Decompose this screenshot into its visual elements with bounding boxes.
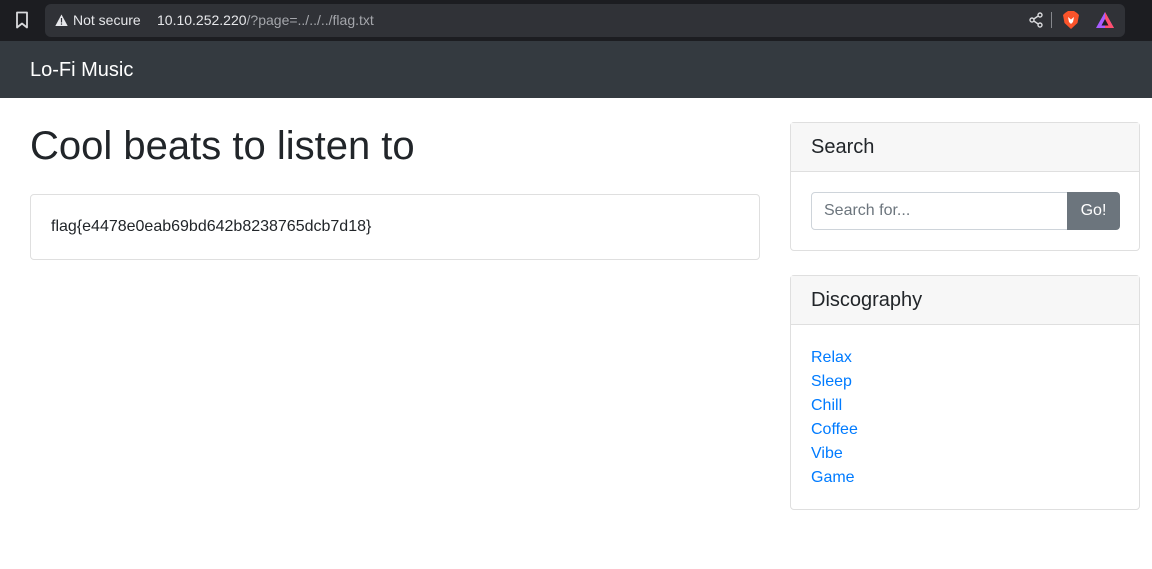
- discography-card: Discography Relax Sleep Chill Coffee Vib…: [790, 275, 1140, 510]
- warning-icon[interactable]: [55, 14, 68, 27]
- bookmark-icon[interactable]: [12, 9, 32, 31]
- brave-shields-icon[interactable]: [1062, 10, 1080, 30]
- site-navbar: Lo-Fi Music: [0, 41, 1152, 98]
- divider: [1051, 12, 1052, 28]
- list-item: Coffee: [811, 418, 858, 442]
- discography-link-relax[interactable]: Relax: [811, 349, 852, 366]
- search-card-header: Search: [791, 123, 1139, 172]
- search-input[interactable]: [811, 192, 1068, 230]
- discography-card-header: Discography: [791, 276, 1139, 325]
- discography-link-vibe[interactable]: Vibe: [811, 445, 843, 462]
- browser-toolbar: Not secure 10.10.252.220/?page=../../../…: [0, 0, 1152, 41]
- discography-link-coffee[interactable]: Coffee: [811, 421, 858, 438]
- discography-list: Relax Sleep Chill Coffee Vibe Game: [811, 346, 858, 490]
- search-card: Search Go!: [790, 122, 1140, 251]
- brave-rewards-icon[interactable]: [1095, 11, 1115, 29]
- list-item: Vibe: [811, 442, 858, 466]
- list-item: Sleep: [811, 370, 858, 394]
- share-icon[interactable]: [1028, 12, 1044, 28]
- list-item: Game: [811, 466, 858, 490]
- url-host: 10.10.252.220: [157, 12, 247, 28]
- navbar-brand-link[interactable]: Lo-Fi Music: [30, 59, 133, 82]
- discography-link-game[interactable]: Game: [811, 469, 855, 486]
- list-item: Chill: [811, 394, 858, 418]
- flag-text: flag{e4478e0eab69bd642b8238765dcb7d18}: [51, 218, 372, 235]
- discography-link-chill[interactable]: Chill: [811, 397, 842, 414]
- address-bar[interactable]: Not secure 10.10.252.220/?page=../../../…: [45, 4, 1125, 37]
- page-title: Cool beats to listen to: [30, 124, 415, 168]
- discography-link-sleep[interactable]: Sleep: [811, 373, 852, 390]
- list-item: Relax: [811, 346, 858, 370]
- search-go-button[interactable]: Go!: [1067, 192, 1120, 230]
- url-text[interactable]: 10.10.252.220/?page=../../../flag.txt: [157, 12, 374, 28]
- url-path: /?page=../../../flag.txt: [246, 12, 374, 28]
- content-card: flag{e4478e0eab69bd642b8238765dcb7d18}: [30, 194, 760, 260]
- security-label[interactable]: Not secure: [73, 12, 141, 28]
